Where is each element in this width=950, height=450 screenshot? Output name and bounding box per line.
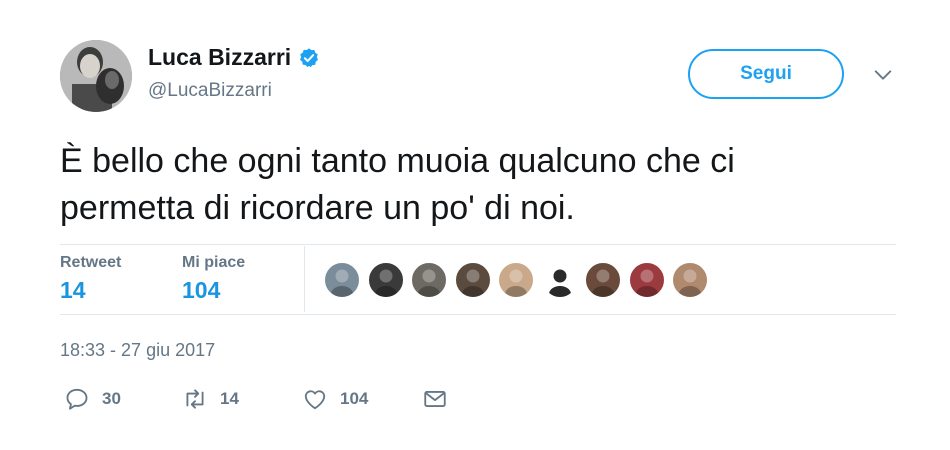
author-handle[interactable]: @LucaBizzarri <box>148 80 272 102</box>
retweet-count: 14 <box>220 389 239 408</box>
liker-avatar[interactable] <box>498 262 534 298</box>
reply-icon <box>66 388 88 410</box>
stats-divider <box>304 246 305 312</box>
chevron-down-icon[interactable] <box>872 64 894 86</box>
liker-avatar[interactable] <box>411 262 447 298</box>
direct-message-button[interactable] <box>422 386 448 412</box>
retweet-stat-label: Retweet <box>60 254 122 271</box>
avatar-photo <box>60 40 132 112</box>
like-count: 104 <box>340 389 369 408</box>
liker-avatar[interactable] <box>367 262 404 298</box>
divider <box>60 244 896 245</box>
author-name-row[interactable]: Luca Bizzarri <box>148 44 320 71</box>
retweet-button[interactable]: 14 <box>182 386 239 412</box>
liker-avatar[interactable] <box>585 262 621 298</box>
tweet-text: È bello che ogni tanto muoia qualcuno ch… <box>60 138 920 232</box>
likes-stat-value: 104 <box>182 277 221 303</box>
tweet-text-line: È bello che ogni tanto muoia qualcuno ch… <box>60 142 735 180</box>
retweet-icon <box>186 389 204 409</box>
follow-button[interactable]: Segui <box>688 49 844 99</box>
likers-avatars <box>324 262 716 298</box>
likes-stat-label: Mi piace <box>182 254 246 271</box>
envelope-icon <box>424 391 446 407</box>
like-button[interactable]: 104 <box>302 386 368 412</box>
heart-icon <box>304 390 326 410</box>
reply-count: 30 <box>102 389 121 408</box>
liker-avatar[interactable] <box>541 262 578 298</box>
retweet-stat-value: 14 <box>60 277 86 303</box>
liker-avatar[interactable] <box>324 262 360 298</box>
liker-avatar[interactable] <box>672 262 708 298</box>
tweet-text-line: permetta di ricordare un po' di noi. <box>60 189 575 227</box>
author-name[interactable]: Luca Bizzarri <box>148 44 291 71</box>
liker-avatar[interactable] <box>628 262 665 298</box>
avatar[interactable] <box>60 40 132 112</box>
retweet-stat[interactable]: Retweet 14 <box>60 254 121 304</box>
verified-badge-icon <box>300 47 319 67</box>
liker-avatar[interactable] <box>454 262 491 298</box>
reply-button[interactable]: 30 <box>64 386 121 412</box>
tweet-timestamp[interactable]: 18:33 - 27 giu 2017 <box>60 340 215 361</box>
likes-stat[interactable]: Mi piace 104 <box>182 254 245 304</box>
divider <box>60 314 896 315</box>
